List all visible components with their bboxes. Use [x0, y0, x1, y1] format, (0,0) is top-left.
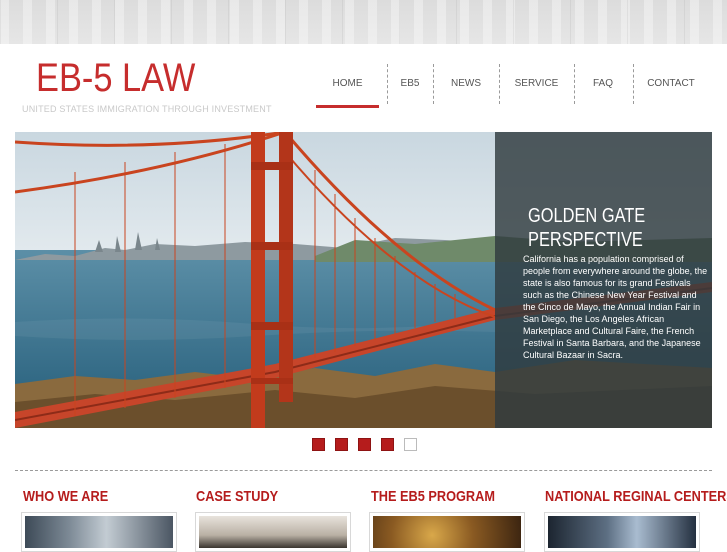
slider-dot-active[interactable]: [404, 438, 417, 451]
nav-faq[interactable]: FAQ: [575, 62, 631, 105]
slider-dot[interactable]: [335, 438, 348, 451]
slide-caption-panel: GOLDEN GATE PERSPECTIVE California has a…: [495, 132, 712, 428]
site-logo-title[interactable]: EB-5 LAW: [36, 56, 195, 101]
nav-home[interactable]: HOME: [316, 62, 379, 108]
section-title-regional-centers[interactable]: NATIONAL REGINAL CENTERS: [545, 488, 727, 505]
section-title-who-we-are[interactable]: WHO WE ARE: [23, 488, 108, 505]
slider-dot[interactable]: [358, 438, 371, 451]
section-title-case-study[interactable]: CASE STUDY: [196, 488, 278, 505]
slide-caption-title-line1: GOLDEN GATE: [528, 205, 646, 227]
case-study-thumbnail[interactable]: [195, 512, 351, 552]
slide-caption-text: California has a population comprised of…: [523, 254, 708, 360]
who-we-are-thumbnail[interactable]: [21, 512, 177, 552]
wood-texture-banner: [0, 0, 727, 44]
nav-news[interactable]: NEWS: [434, 62, 498, 105]
site-tagline: UNITED STATES IMMIGRATION THROUGH INVEST…: [22, 104, 272, 114]
regional-centers-thumbnail[interactable]: [544, 512, 700, 552]
slide-caption-title-line2: PERSPECTIVE: [528, 229, 643, 251]
section-title-eb5-program[interactable]: THE EB5 PROGRAM: [371, 488, 495, 505]
slider-dot[interactable]: [381, 438, 394, 451]
nav-service[interactable]: SERVICE: [500, 62, 573, 105]
section-divider: [15, 470, 712, 471]
eb5-program-thumbnail[interactable]: [369, 512, 525, 552]
slider-dot[interactable]: [312, 438, 325, 451]
hero-slider: GOLDEN GATE PERSPECTIVE California has a…: [15, 132, 712, 428]
slide-caption-title: GOLDEN GATE PERSPECTIVE: [528, 204, 672, 252]
nav-contact[interactable]: CONTACT: [634, 62, 708, 105]
nav-eb5[interactable]: EB5: [388, 62, 432, 105]
